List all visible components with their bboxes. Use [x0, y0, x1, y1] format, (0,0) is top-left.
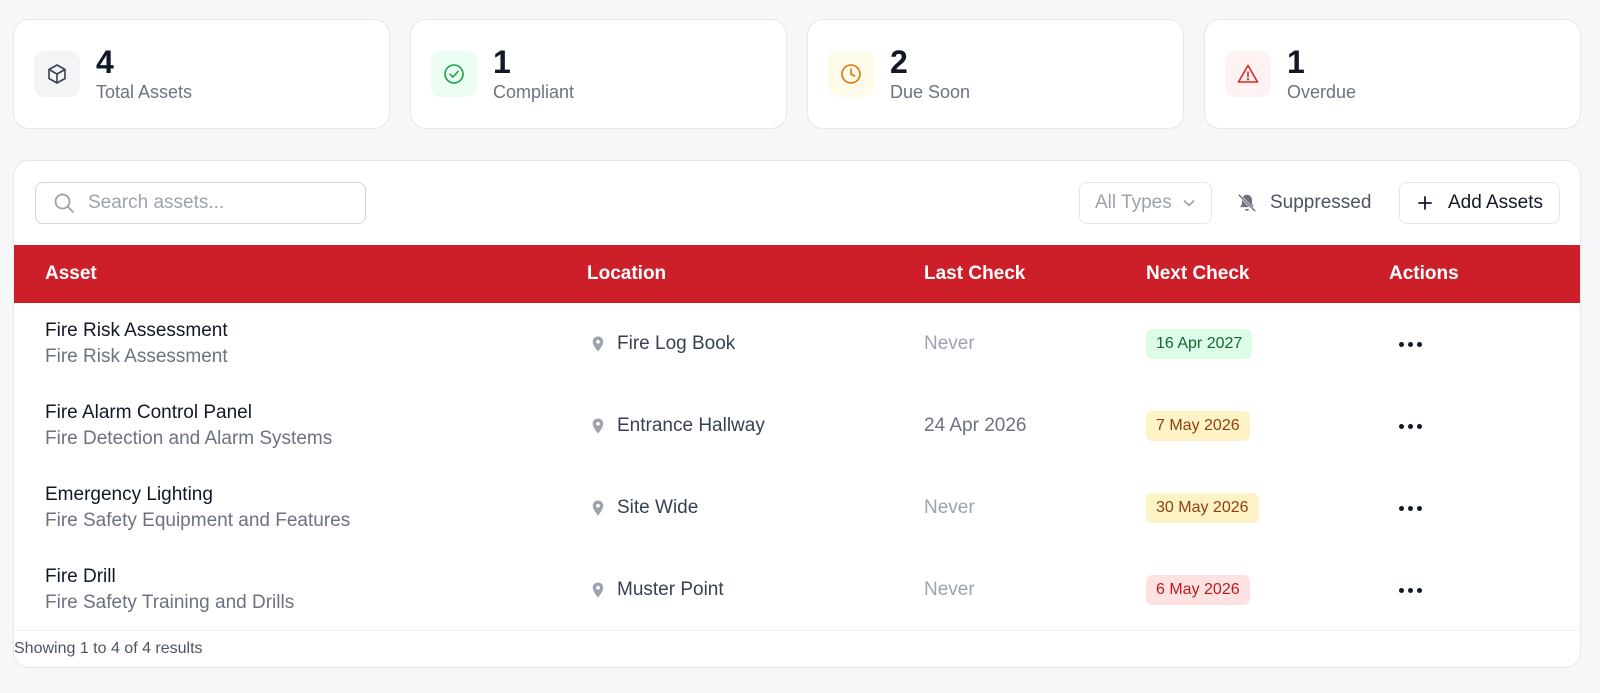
map-pin-icon — [592, 336, 604, 352]
type-filter-select[interactable]: All Types — [1079, 182, 1212, 224]
table-row[interactable]: Fire Risk Assessment Fire Risk Assessmen… — [14, 303, 1580, 385]
next-check-badge: 30 May 2026 — [1146, 493, 1259, 523]
add-assets-label: Add Assets — [1447, 192, 1544, 213]
stat-value: 1 — [493, 44, 511, 80]
asset-location: Muster Point — [617, 579, 724, 600]
check-circle-icon — [431, 51, 477, 97]
search-input[interactable] — [88, 192, 338, 214]
stat-label: Due Soon — [890, 82, 971, 102]
asset-type: Fire Risk Assessment — [45, 346, 228, 367]
table-row[interactable]: Fire Alarm Control Panel Fire Detection … — [14, 385, 1580, 467]
type-filter-value: All Types — [1095, 192, 1172, 213]
stat-label: Compliant — [493, 82, 575, 102]
row-actions-menu-icon[interactable] — [1389, 580, 1432, 601]
table-row[interactable]: Fire Drill Fire Safety Training and Dril… — [14, 549, 1580, 631]
row-actions-menu-icon[interactable] — [1389, 334, 1432, 355]
warning-triangle-icon — [1225, 51, 1271, 97]
suppressed-label: Suppressed — [1270, 192, 1372, 213]
suppressed-toggle[interactable]: Suppressed — [1236, 182, 1371, 224]
table-header-row: Asset Location Last Check Next Check Act… — [14, 245, 1580, 303]
asset-type: Fire Safety Training and Drills — [45, 592, 295, 613]
stat-value: 2 — [890, 44, 908, 80]
clock-icon — [828, 51, 874, 97]
stat-label: Overdue — [1287, 82, 1357, 102]
stat-value: 4 — [96, 44, 114, 80]
assets-panel: All Types Suppressed Add Assets — [13, 160, 1581, 668]
chevron-down-icon — [1183, 200, 1195, 207]
stat-value: 1 — [1287, 44, 1305, 80]
last-check: Never — [924, 579, 975, 600]
column-header-asset[interactable]: Asset — [14, 245, 587, 303]
column-header-last-check[interactable]: Last Check — [924, 245, 1146, 303]
next-check-badge: 16 Apr 2027 — [1146, 329, 1253, 359]
table-row[interactable]: Emergency Lighting Fire Safety Equipment… — [14, 467, 1580, 549]
box-icon — [34, 51, 80, 97]
stat-card-total-assets: 4 Total Assets — [13, 19, 390, 129]
next-check-badge: 6 May 2026 — [1146, 575, 1250, 605]
column-header-actions: Actions — [1389, 263, 1459, 284]
asset-type: Fire Detection and Alarm Systems — [45, 428, 333, 449]
asset-name: Emergency Lighting — [45, 484, 213, 505]
column-header-next-check[interactable]: Next Check — [1146, 245, 1389, 303]
map-pin-icon — [592, 418, 604, 434]
asset-location: Fire Log Book — [617, 333, 736, 354]
asset-type: Fire Safety Equipment and Features — [45, 510, 351, 531]
next-check-badge: 7 May 2026 — [1146, 411, 1250, 441]
stat-card-due-soon: 2 Due Soon — [807, 19, 1184, 129]
asset-name: Fire Alarm Control Panel — [45, 402, 252, 423]
stat-label: Total Assets — [96, 82, 193, 102]
assets-table: Asset Location Last Check Next Check Act… — [14, 245, 1580, 631]
last-check: Never — [924, 333, 975, 354]
last-check: 24 Apr 2026 — [924, 415, 1027, 436]
search-icon — [54, 193, 74, 213]
bell-off-icon — [1237, 193, 1257, 213]
stat-card-compliant: 1 Compliant — [410, 19, 787, 129]
toolbar: All Types Suppressed Add Assets — [14, 161, 1580, 245]
map-pin-icon — [592, 500, 604, 516]
row-actions-menu-icon[interactable] — [1389, 498, 1432, 519]
asset-name: Fire Risk Assessment — [45, 320, 228, 341]
search-box[interactable] — [35, 182, 366, 224]
pagination-summary: Showing 1 to 4 of 4 results — [14, 630, 1580, 667]
plus-icon — [1418, 196, 1432, 210]
asset-name: Fire Drill — [45, 566, 116, 587]
asset-location: Entrance Hallway — [617, 415, 765, 436]
column-header-location[interactable]: Location — [587, 245, 924, 303]
last-check: Never — [924, 497, 975, 518]
results-count-text: Showing 1 to 4 of 4 results — [14, 640, 203, 657]
stat-card-overdue: 1 Overdue — [1204, 19, 1581, 129]
asset-location: Site Wide — [617, 497, 699, 518]
add-assets-button[interactable]: Add Assets — [1399, 182, 1560, 224]
stats-row: 4 Total Assets 1 Compliant 2 Due Soon 1 … — [13, 19, 1581, 129]
map-pin-icon — [592, 582, 604, 598]
row-actions-menu-icon[interactable] — [1389, 416, 1432, 437]
